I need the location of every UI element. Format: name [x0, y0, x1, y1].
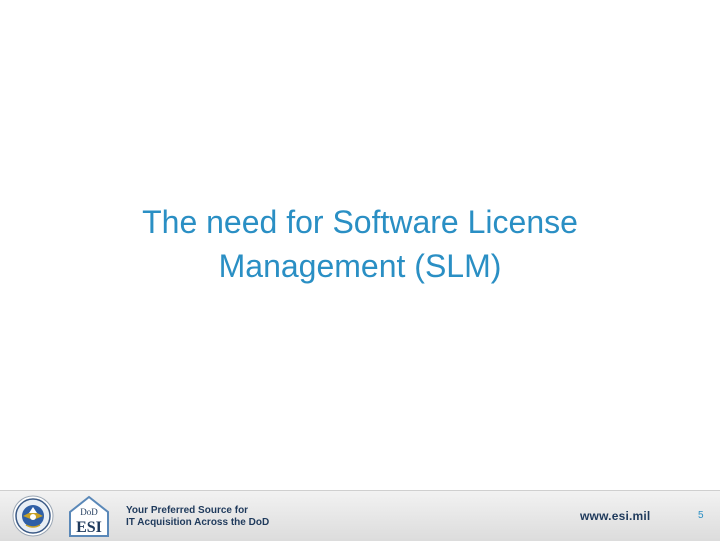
esi-logo-top-text: DoD [80, 507, 98, 517]
slide-title-line-2: Management (SLM) [218, 248, 502, 284]
page-number: 5 [698, 510, 704, 521]
footer-tagline-line-1: Your Preferred Source for [126, 505, 249, 516]
dod-seal-icon [12, 495, 54, 537]
slide-title: The need for Software License Management… [0, 200, 720, 288]
slide: The need for Software License Management… [0, 0, 720, 541]
footer-tagline: Your Preferred Source for IT Acquisition… [126, 505, 269, 529]
website-link[interactable]: www.esi.mil [580, 509, 650, 523]
slide-title-line-1: The need for Software License [142, 204, 578, 240]
footer-tagline-line-2: IT Acquisition Across the DoD [126, 517, 270, 528]
footer-bar: DoD ESI Your Preferred Source for IT Acq… [0, 490, 720, 541]
esi-logo-icon: DoD ESI [69, 495, 109, 537]
esi-logo-main-text: ESI [76, 519, 102, 536]
esi-logo: DoD ESI [64, 494, 114, 538]
